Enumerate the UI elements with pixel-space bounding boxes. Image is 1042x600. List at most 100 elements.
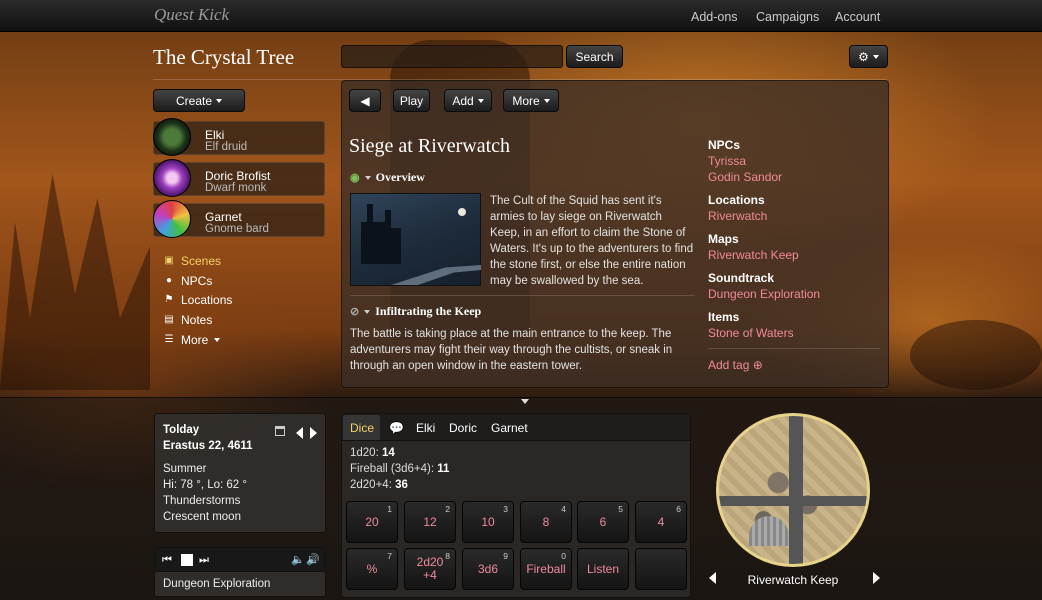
nav-account[interactable]: Account [835,10,880,24]
chevron-down-icon[interactable] [364,175,371,180]
map-next-arrow-icon[interactable] [873,572,880,584]
section-divider [350,295,695,296]
tag-heading-soundtrack: Soundtrack [708,271,775,285]
gear-icon: ⚙ [858,49,869,64]
sidebar-item-scenes[interactable]: ▣ Scenes [163,254,221,268]
calendar-temps: Hi: 78 °, Lo: 62 ° [163,479,247,491]
plus-circle-icon: ⊕ [752,358,763,372]
tag-link-riverwatch[interactable]: Riverwatch [708,209,767,223]
roll-result: 2d20+4: 36 [350,479,408,491]
tag-link-tyrissa[interactable]: Tyrissa [708,154,746,168]
chevron-down-icon[interactable] [364,309,371,314]
tag-link-stone-of-waters[interactable]: Stone of Waters [708,326,794,340]
nav-add-ons[interactable]: Add-ons [691,10,738,24]
character-name: Garnet [205,210,242,224]
sidebar-item-npcs[interactable]: ● NPCs [163,274,212,288]
chevron-down-icon [872,54,879,59]
tab-garnet[interactable]: Garnet [491,421,528,435]
tag-heading-items: Items [708,310,740,324]
calendar-weather: Thunderstorms [163,495,241,507]
tag-divider [708,348,880,349]
dice-button-d10[interactable]: 3 10 [462,501,514,543]
map-walls [789,416,803,564]
search-button[interactable]: Search [566,45,623,68]
sidebar-item-locations[interactable]: ⚑ Locations [163,293,233,307]
list-icon: ☰ [164,334,174,345]
sidebar-item-notes[interactable]: ▤ Notes [163,313,212,327]
section-infiltrating-header[interactable]: ⊘ Infiltrating the Keep [350,304,481,319]
stop-icon[interactable] [181,554,193,566]
infiltrating-text: The battle is taking place at the main e… [350,328,673,372]
dice-button-empty[interactable] [635,548,687,590]
flag-icon: ⚑ [164,294,174,305]
tag-link-riverwatch-keep[interactable]: Riverwatch Keep [708,248,799,262]
skip-forward-icon[interactable]: ⏭ [199,554,209,566]
dice-button-fireball[interactable]: 0 Fireball [520,548,572,590]
tag-heading-locations: Locations [708,193,765,207]
map-thumbnail[interactable] [716,413,870,567]
back-button[interactable]: ◀ [349,89,381,112]
chevron-down-icon [214,338,221,342]
section-overview-header[interactable]: ◉ Overview [350,170,425,185]
character-card-garnet[interactable]: Garnet Gnome bard [153,200,325,238]
brand-logo[interactable]: Quest Kick [154,5,229,25]
map-stairs [749,516,789,546]
dice-button-listen[interactable]: Listen [577,548,629,590]
settings-button[interactable]: ⚙ [849,45,888,68]
image-icon: ▣ [164,255,174,266]
eye-off-icon[interactable]: ⊘ [350,305,359,318]
road-shape [391,265,481,285]
character-card-doric[interactable]: Doric Brofist Dwarf monk [153,159,325,197]
dice-button-3d6[interactable]: 9 3d6 [462,548,514,590]
nav-campaigns[interactable]: Campaigns [756,10,819,24]
add-tag-link[interactable]: Add tag ⊕ [708,358,763,372]
character-class: Elf druid [205,141,248,153]
character-name: Doric Brofist [205,169,271,183]
tab-doric[interactable]: Doric [449,421,477,435]
avatar-elki [153,118,191,156]
tag-link-godin-sandor[interactable]: Godin Sandor [708,170,782,184]
create-button[interactable]: Create [153,89,245,112]
overview-text: The Cult of the Squid has sent it's armi… [490,195,694,287]
add-button[interactable]: Add [444,89,492,112]
sidebar-item-more[interactable]: ☰ More [163,333,221,347]
volume-down-icon[interactable]: 🔈 [291,554,305,566]
volume-up-icon[interactable]: 🔊 [306,554,320,566]
next-day-arrow-icon[interactable] [310,427,317,439]
dice-button-d6[interactable]: 56 [577,501,629,543]
map-prev-arrow-icon[interactable] [709,572,716,584]
map-walls [719,496,867,506]
tab-dice[interactable]: Dice [350,421,374,435]
book-icon: ▤ [164,314,174,325]
character-card-elki[interactable]: Elki Elf druid [153,118,325,156]
dice-button-percent[interactable]: 7% [346,548,398,590]
now-playing-track: Dungeon Exploration [163,578,271,590]
chat-icon[interactable]: 💬 [389,421,404,435]
page-title: The Crystal Tree [153,45,295,69]
tab-elki[interactable]: Elki [416,421,435,435]
character-class: Dwarf monk [205,182,267,194]
calendar-season: Summer [163,463,207,475]
avatar-garnet [153,200,191,238]
dice-button-d8[interactable]: 48 [520,501,572,543]
calendar-icon[interactable] [275,426,285,436]
tag-link-dungeon-exploration[interactable]: Dungeon Exploration [708,287,820,301]
character-class: Gnome bard [205,223,269,235]
more-button[interactable]: More [503,89,559,112]
dice-button-d4[interactable]: 64 [635,501,687,543]
background-airship [910,320,1042,390]
skip-back-icon[interactable]: ⏮ [162,554,172,566]
dice-button-d20[interactable]: 1 20 [346,501,398,543]
play-button[interactable]: Play [393,89,430,112]
scene-title: Siege at Riverwatch [349,135,511,157]
collapse-caret-icon[interactable] [521,399,529,404]
chevron-down-icon [477,98,484,103]
dice-button-2d20-plus-4[interactable]: 8 2d20 +4 [404,548,456,590]
dice-button-d12[interactable]: 2 12 [404,501,456,543]
prev-day-arrow-icon[interactable] [296,427,303,439]
tag-heading-npcs: NPCs [708,138,741,152]
castle-silhouette [361,204,401,264]
eye-icon[interactable]: ◉ [350,171,360,184]
users-icon: ● [165,275,173,286]
search-input[interactable] [341,45,563,68]
